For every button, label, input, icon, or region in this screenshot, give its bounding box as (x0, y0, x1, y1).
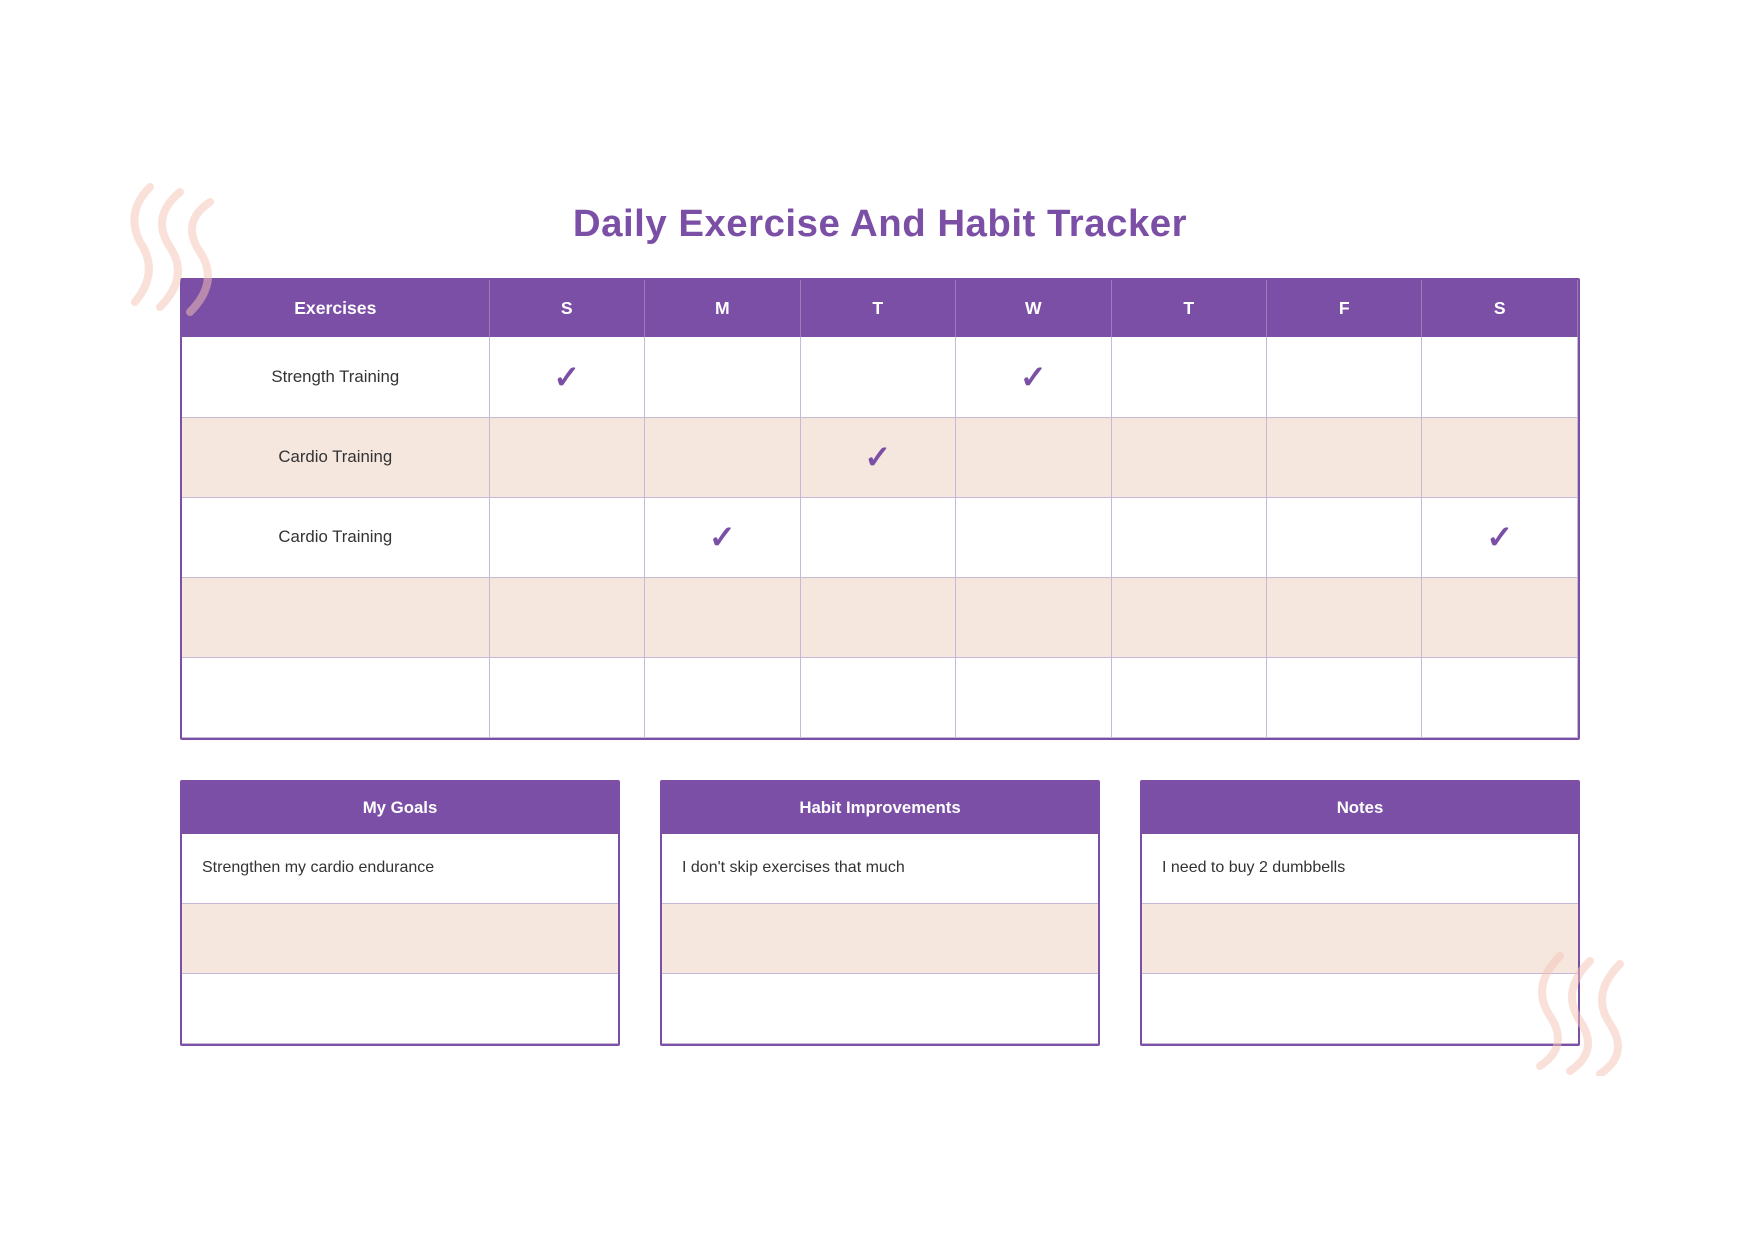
day-cell (1111, 417, 1266, 497)
day-cell (1266, 497, 1421, 577)
bottom-section: My Goals Strengthen my cardio endurance … (180, 780, 1580, 1046)
checkmark-icon: ✓ (1486, 519, 1513, 555)
exercise-name: Cardio Training (182, 417, 489, 497)
day-cell: ✓ (489, 337, 644, 417)
goals-header: My Goals (182, 782, 618, 834)
day-cell (645, 337, 800, 417)
checkmark-icon: ✓ (709, 519, 736, 555)
day-cell (489, 497, 644, 577)
page-title: Daily Exercise And Habit Tracker (180, 202, 1580, 246)
day-cell (956, 577, 1111, 657)
deco-top-left (120, 182, 240, 342)
improvements-row-2 (662, 904, 1098, 974)
exercise-name (182, 577, 489, 657)
header-fri: F (1266, 280, 1421, 337)
exercise-name: Strength Training (182, 337, 489, 417)
header-thu: T (1111, 280, 1266, 337)
day-cell (1111, 337, 1266, 417)
day-cell (800, 497, 955, 577)
improvements-card: Habit Improvements I don't skip exercise… (660, 780, 1100, 1046)
checkmark-icon: ✓ (553, 359, 580, 395)
header-mon: M (645, 280, 800, 337)
day-cell: ✓ (1422, 497, 1578, 577)
goals-card: My Goals Strengthen my cardio endurance (180, 780, 620, 1046)
header-sun1: S (489, 280, 644, 337)
header-sat: S (1422, 280, 1578, 337)
day-cell (956, 497, 1111, 577)
table-row: Strength Training ✓ ✓ (182, 337, 1578, 417)
day-cell (956, 417, 1111, 497)
improvements-header: Habit Improvements (662, 782, 1098, 834)
day-cell: ✓ (956, 337, 1111, 417)
table-row (182, 577, 1578, 657)
exercise-name: Cardio Training (182, 497, 489, 577)
improvements-row-3 (662, 974, 1098, 1044)
checkmark-icon: ✓ (1020, 359, 1047, 395)
day-cell (1266, 657, 1421, 737)
goals-row-2 (182, 904, 618, 974)
tracker-table: Exercises S M T W T F S Strength Trainin… (182, 280, 1578, 738)
page-wrapper: Daily Exercise And Habit Tracker Exercis… (180, 202, 1580, 1046)
day-cell (1111, 577, 1266, 657)
day-cell (489, 577, 644, 657)
day-cell (1111, 657, 1266, 737)
goals-row-3 (182, 974, 618, 1044)
day-cell (1422, 337, 1578, 417)
day-cell (1422, 577, 1578, 657)
deco-bottom-right (1510, 936, 1640, 1076)
day-cell (1266, 337, 1421, 417)
day-cell (956, 657, 1111, 737)
table-header-row: Exercises S M T W T F S (182, 280, 1578, 337)
checkmark-icon: ✓ (864, 439, 891, 475)
day-cell: ✓ (800, 417, 955, 497)
day-cell (800, 577, 955, 657)
day-cell (1422, 417, 1578, 497)
day-cell (1111, 497, 1266, 577)
notes-header: Notes (1142, 782, 1578, 834)
tracker-table-wrapper: Exercises S M T W T F S Strength Trainin… (180, 278, 1580, 740)
day-cell (800, 657, 955, 737)
day-cell (645, 577, 800, 657)
day-cell (645, 657, 800, 737)
table-row: Cardio Training ✓ (182, 417, 1578, 497)
day-cell (800, 337, 955, 417)
exercise-name (182, 657, 489, 737)
day-cell (1266, 577, 1421, 657)
notes-row-1: I need to buy 2 dumbbells (1142, 834, 1578, 904)
day-cell (1266, 417, 1421, 497)
goals-row-1: Strengthen my cardio endurance (182, 834, 618, 904)
table-row (182, 657, 1578, 737)
improvements-row-1: I don't skip exercises that much (662, 834, 1098, 904)
header-wed: W (956, 280, 1111, 337)
table-row: Cardio Training ✓ ✓ (182, 497, 1578, 577)
day-cell: ✓ (645, 497, 800, 577)
day-cell (1422, 657, 1578, 737)
day-cell (489, 417, 644, 497)
header-tue: T (800, 280, 955, 337)
day-cell (489, 657, 644, 737)
day-cell (645, 417, 800, 497)
